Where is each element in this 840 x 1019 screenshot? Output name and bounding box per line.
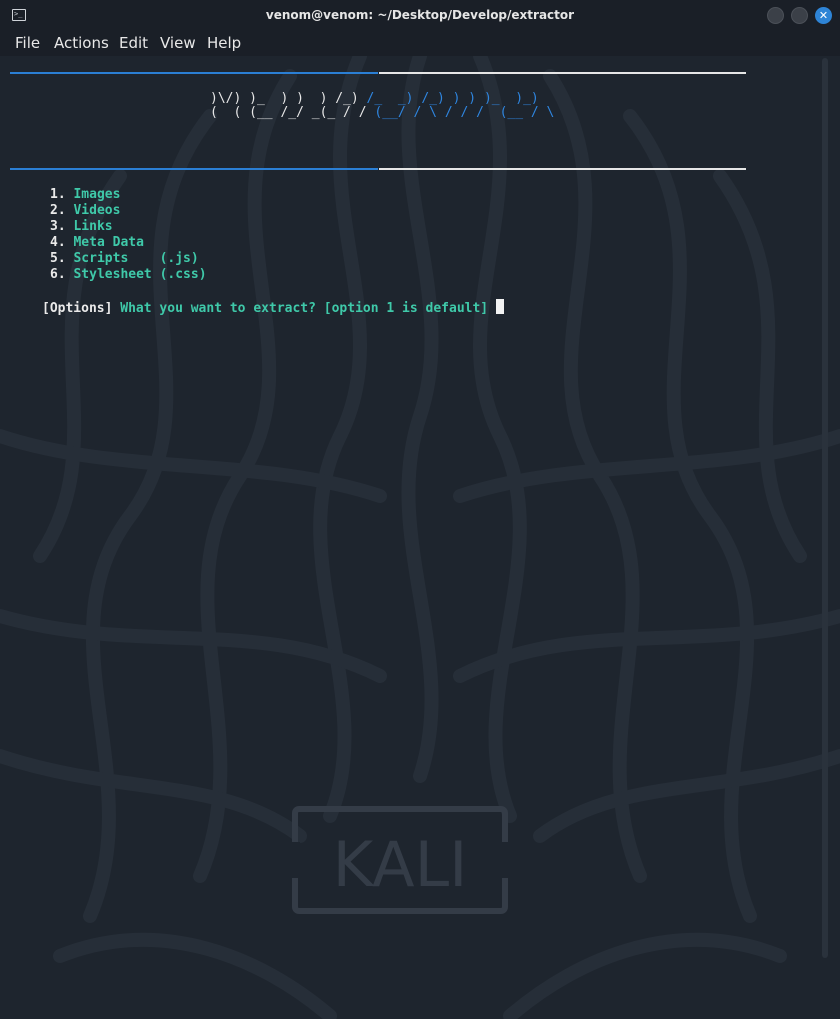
option-item: 1. Images [50, 187, 120, 203]
option-item: 2. Videos [50, 203, 120, 219]
menu-view[interactable]: View [160, 34, 196, 52]
option-item: 4. Meta Data [50, 235, 144, 251]
option-item: 3. Links [50, 219, 113, 235]
divider-bottom [10, 168, 746, 170]
option-number: 6. [50, 267, 66, 282]
option-label: Links [73, 219, 113, 234]
option-label: Videos [73, 203, 121, 218]
kali-watermark-text: KALI [333, 828, 468, 901]
option-label: Meta Data [73, 235, 144, 250]
banner-line1-white: )\/) )_ ) ) ) /_) [210, 91, 359, 106]
text-cursor [495, 299, 504, 314]
menu-actions[interactable]: Actions [54, 34, 109, 52]
prompt-tag: [Options] [42, 301, 113, 316]
ascii-banner: )\/) )_ ) ) ) /_) /_ _) /_) ) ) )_ )_) (… [210, 92, 554, 120]
banner-line2-blue: (__/ / \ / / / (__ / \ [366, 105, 555, 120]
menu-help[interactable]: Help [207, 34, 241, 52]
option-number: 4. [50, 235, 66, 250]
option-item: 5. Scripts (.js) [50, 251, 199, 267]
divider-top [10, 72, 746, 74]
option-label: Stylesheet (.css) [73, 267, 207, 282]
option-number: 3. [50, 219, 66, 234]
input-prompt[interactable]: [Options] What you want to extract? [opt… [42, 299, 504, 317]
minimize-button[interactable] [767, 7, 784, 24]
banner-line1-blue: /_ _) /_) ) ) )_ )_) [358, 91, 539, 106]
banner-line2-white: ( ( (__ /_/ _(_ / / [210, 105, 367, 120]
option-label: Scripts (.js) [73, 251, 199, 266]
title-bar: >_ venom@venom: ~/Desktop/Develop/extrac… [0, 0, 840, 30]
prompt-question: What you want to extract? [option 1 is d… [112, 301, 496, 316]
menu-edit[interactable]: Edit [119, 34, 148, 52]
option-number: 2. [50, 203, 66, 218]
menu-file[interactable]: File [15, 34, 40, 52]
terminal-area[interactable]: KALI [0, 56, 840, 1019]
maximize-button[interactable] [791, 7, 808, 24]
menu-bar: File Actions Edit View Help [0, 30, 840, 56]
option-label: Images [73, 187, 121, 202]
close-button[interactable] [815, 7, 832, 24]
option-number: 5. [50, 251, 66, 266]
window-title: venom@venom: ~/Desktop/Develop/extractor [265, 8, 575, 22]
scrollbar[interactable] [822, 58, 828, 958]
option-item: 6. Stylesheet (.css) [50, 267, 207, 283]
kali-watermark: KALI [292, 806, 508, 914]
option-number: 1. [50, 187, 66, 202]
